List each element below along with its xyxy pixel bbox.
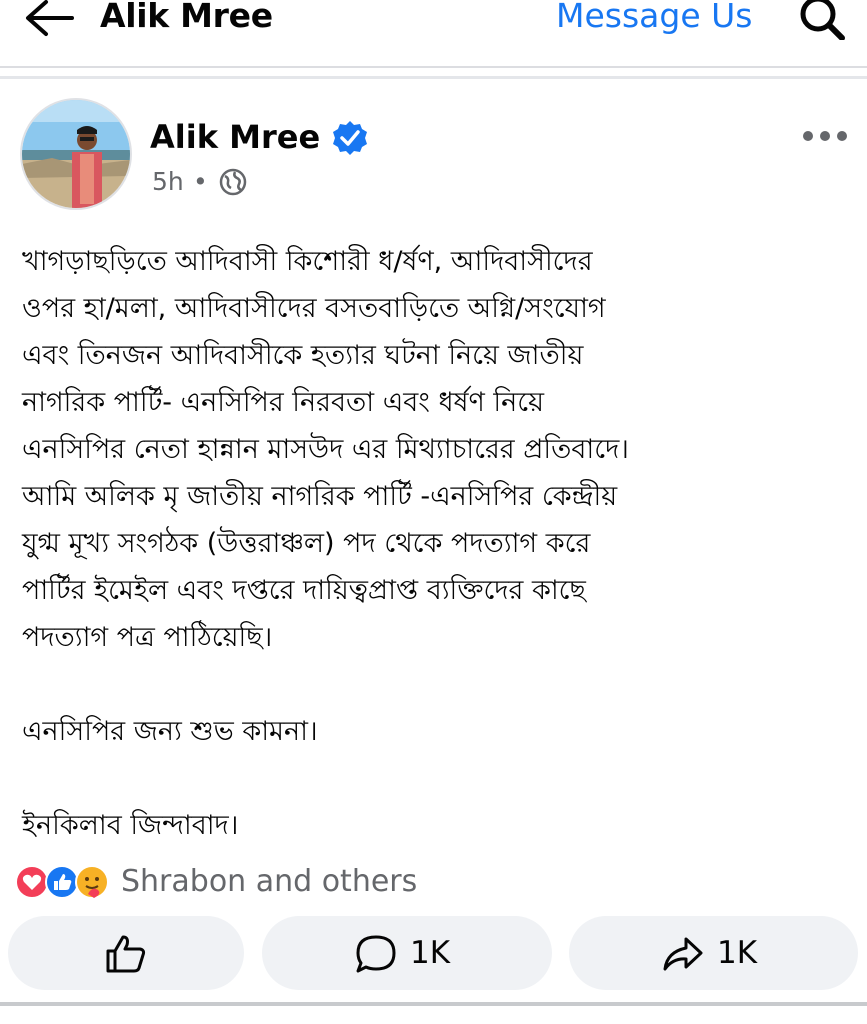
share-icon — [663, 937, 703, 971]
section-divider — [0, 76, 867, 79]
reactions-summary[interactable]: Shrabon and others — [121, 862, 417, 902]
share-button[interactable]: 1K — [569, 916, 858, 990]
back-arrow-icon[interactable] — [22, 0, 78, 40]
post-line: ওপর হা/মলা, আদিবাসীদের বসতবাড়িতে অগ্নি/… — [22, 293, 606, 324]
post-line: এবং তিনজন আদিবাসীকে হত্যার ঘটনা নিয়ে জা… — [22, 340, 584, 371]
post-slogan: ইনকিলাব জিন্দাবাদ। — [22, 810, 239, 841]
top-bar: Alik Mree Message Us — [0, 0, 867, 66]
post-line: পদত্যাগ পত্র পাঠিয়েছি। — [22, 622, 273, 653]
post-line: এনসিপির নেতা হান্নান মাসউদ এর মিথ্যাচারে… — [22, 434, 629, 465]
post-line: যুগ্ম মূখ্য সংগঠক (উত্তরাঞ্চল) পদ থেকে প… — [22, 528, 591, 559]
more-icon[interactable] — [802, 128, 848, 144]
love-reaction-icon — [15, 865, 49, 899]
reaction-icons[interactable] — [14, 864, 124, 900]
post-time[interactable]: 5h — [152, 166, 184, 198]
message-us-link[interactable]: Message Us — [556, 0, 752, 38]
comment-button[interactable]: 1K — [262, 916, 552, 990]
page-title: Alik Mree — [100, 0, 273, 35]
like-button[interactable] — [8, 916, 244, 990]
meta-separator: • — [193, 167, 208, 196]
post-line: আমি অলিক মৃ জাতীয় নাগরিক পার্টি -এনসিপি… — [22, 481, 618, 512]
post-line: পার্টির ইমেইল এবং দপ্তরে দায়িত্বপ্রাপ্ত… — [22, 575, 586, 606]
verified-badge-icon — [333, 121, 367, 155]
post-text: খাগড়াছড়িতে আদিবাসী কিশোরী ধ/র্ষণ, আদিব… — [22, 238, 852, 849]
share-count: 1K — [717, 935, 758, 971]
post-line: খাগড়াছড়িতে আদিবাসী কিশোরী ধ/র্ষণ, আদিব… — [22, 246, 593, 277]
globe-icon — [219, 168, 247, 196]
author-name[interactable]: Alik Mree — [150, 116, 320, 158]
post-wish: এনসিপির জন্য শুভ কামনা। — [22, 716, 318, 747]
like-icon — [106, 935, 146, 973]
comment-count: 1K — [410, 935, 451, 971]
header-divider — [0, 66, 867, 68]
comment-icon — [356, 935, 396, 973]
avatar[interactable] — [20, 98, 132, 210]
post-line: নাগরিক পার্টি- এনসিপির নিরবতা এবং ধর্ষণ … — [22, 387, 544, 418]
care-reaction-icon — [75, 865, 109, 899]
like-reaction-icon — [45, 865, 79, 899]
search-icon[interactable] — [798, 0, 846, 40]
avatar-photo — [22, 100, 130, 208]
bottom-divider — [0, 1002, 867, 1006]
